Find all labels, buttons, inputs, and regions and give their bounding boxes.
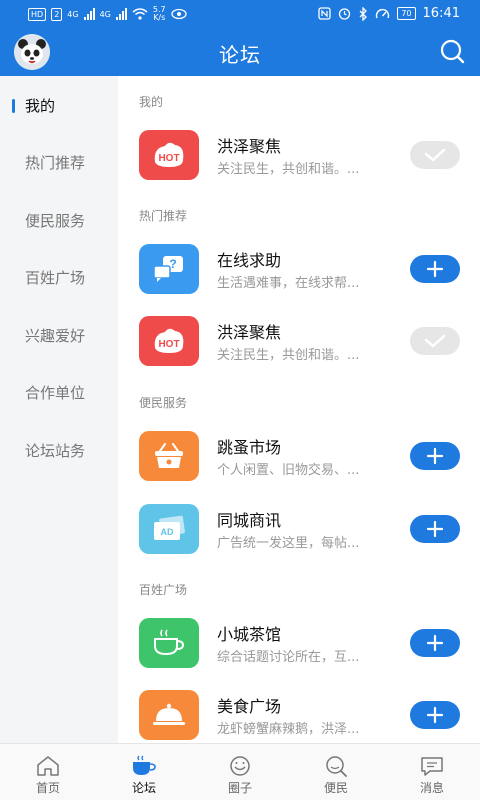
forum-desc: 龙虾螃蟹麻辣鹅，洪泽... bbox=[217, 722, 360, 737]
nav-home[interactable]: 首页 bbox=[0, 744, 96, 800]
network-label-1: 4G bbox=[67, 9, 79, 19]
plus-icon bbox=[426, 706, 444, 724]
follow-button[interactable] bbox=[410, 255, 460, 283]
follow-button[interactable] bbox=[410, 629, 460, 657]
plus-icon bbox=[426, 520, 444, 538]
basket-icon bbox=[139, 431, 199, 481]
plus-icon bbox=[426, 634, 444, 652]
joined-button[interactable] bbox=[410, 141, 460, 169]
eye-icon bbox=[170, 8, 187, 20]
nav-circle[interactable]: 圈子 bbox=[192, 744, 288, 800]
follow-button[interactable] bbox=[410, 515, 460, 543]
plus-icon bbox=[426, 447, 444, 465]
nav-home-label: 首页 bbox=[35, 781, 60, 795]
category-sidebar: 我的 热门推荐 便民服务 百姓广场 兴趣爱好 合作单位 论坛站务 bbox=[0, 76, 118, 743]
sidebar-item-partner[interactable]: 合作单位 bbox=[0, 373, 118, 413]
hd-badge: HD bbox=[28, 7, 47, 21]
section-title: 我的 bbox=[139, 95, 164, 109]
nav-message[interactable]: 消息 bbox=[384, 744, 480, 800]
app-header: 论坛 bbox=[0, 28, 480, 76]
nav-forum[interactable]: 论坛 bbox=[96, 744, 192, 800]
check-icon bbox=[424, 148, 446, 162]
message-icon bbox=[421, 757, 443, 776]
wifi-icon bbox=[132, 8, 148, 20]
sidebar-item-mine[interactable]: 我的 bbox=[0, 86, 118, 126]
clock: 16:41 bbox=[422, 6, 460, 21]
forum-name: 洪泽聚焦 bbox=[217, 323, 282, 342]
forum-desc: 生活遇难事，在线求帮... bbox=[217, 276, 360, 291]
follow-button[interactable] bbox=[410, 442, 460, 470]
sidebar-item-admin[interactable]: 论坛站务 bbox=[0, 431, 118, 471]
bluetooth-icon bbox=[359, 6, 368, 21]
help-chat-icon: ? bbox=[139, 244, 199, 294]
joined-button[interactable] bbox=[410, 327, 460, 355]
hot-icon: HOT bbox=[139, 316, 199, 366]
bottom-nav: 首页 论坛 圈子 便民 消息 bbox=[0, 743, 480, 800]
nav-circle-label: 圈子 bbox=[227, 781, 252, 795]
nav-message-label: 消息 bbox=[419, 781, 444, 795]
signal-icon bbox=[83, 8, 95, 20]
list-item[interactable]: HOT 洪泽聚焦 关注民生，共创和谐。... bbox=[118, 311, 480, 371]
section-title: 百姓广场 bbox=[139, 583, 188, 597]
nav-service-label: 便民 bbox=[323, 781, 348, 795]
forum-name: 美食广场 bbox=[217, 697, 282, 716]
section-title: 热门推荐 bbox=[139, 209, 188, 223]
sidebar-item-hot[interactable]: 热门推荐 bbox=[0, 143, 118, 183]
list-item[interactable]: AD 同城商讯 广告统一发这里，每帖... bbox=[118, 499, 480, 559]
sim-badge: 2 bbox=[51, 7, 63, 21]
check-icon bbox=[424, 334, 446, 348]
network-label-2: 4G bbox=[99, 9, 111, 19]
nfc-icon bbox=[318, 7, 331, 20]
alarm-icon bbox=[339, 8, 351, 20]
forum-desc: 关注民生，共创和谐。... bbox=[217, 162, 360, 177]
sidebar-item-hobby[interactable]: 兴趣爱好 bbox=[0, 316, 118, 356]
circle-smile-icon bbox=[230, 756, 250, 776]
list-item[interactable]: 美食广场 龙虾螃蟹麻辣鹅，洪泽... bbox=[118, 685, 480, 743]
follow-button[interactable] bbox=[410, 701, 460, 729]
signal-icon-2 bbox=[115, 8, 127, 20]
list-item[interactable]: 跳蚤市场 个人闲置、旧物交易、... bbox=[118, 426, 480, 486]
forum-desc: 广告统一发这里，每帖... bbox=[217, 536, 360, 551]
sidebar-item-plaza[interactable]: 百姓广场 bbox=[0, 258, 118, 298]
net-speed: 5.7 K/s bbox=[153, 6, 166, 22]
battery-icon: 70 bbox=[397, 7, 416, 20]
speedometer-icon bbox=[376, 8, 390, 19]
hot-icon: HOT bbox=[139, 130, 199, 180]
nav-service[interactable]: 便民 bbox=[288, 744, 384, 800]
forum-desc: 关注民生，共创和谐。... bbox=[217, 348, 360, 363]
forum-name: 跳蚤市场 bbox=[217, 438, 282, 457]
list-item[interactable]: 小城茶馆 综合话题讨论所在，互... bbox=[118, 613, 480, 673]
sidebar-item-service[interactable]: 便民服务 bbox=[0, 201, 118, 241]
forum-name: 同城商讯 bbox=[217, 511, 282, 530]
home-icon bbox=[37, 756, 59, 776]
forum-name: 在线求助 bbox=[217, 251, 282, 270]
forum-desc: 个人闲置、旧物交易、... bbox=[217, 463, 360, 478]
ad-icon: AD bbox=[139, 504, 199, 554]
tea-cup-icon bbox=[139, 618, 199, 668]
search-icon[interactable] bbox=[438, 38, 466, 66]
status-bar: HD 2 4G 4G 5.7 K/s 70 16:41 bbox=[0, 0, 480, 28]
nav-forum-label: 论坛 bbox=[131, 781, 156, 795]
search-people-icon bbox=[326, 756, 347, 777]
forum-desc: 综合话题讨论所在，互... bbox=[217, 650, 360, 665]
plus-icon bbox=[426, 260, 444, 278]
section-title: 便民服务 bbox=[139, 396, 188, 410]
hot-icon-text: HOT bbox=[158, 153, 179, 164]
forum-list: 我的 HOT 洪泽聚焦 关注民生，共创和谐。... 热门推荐 ? 在线求助 生活… bbox=[118, 76, 480, 743]
net-speed-unit: K/s bbox=[153, 13, 166, 22]
list-item[interactable]: ? 在线求助 生活遇难事，在线求帮... bbox=[118, 239, 480, 299]
page-title: 论坛 bbox=[219, 43, 261, 67]
list-item[interactable]: HOT 洪泽聚焦 关注民生，共创和谐。... bbox=[118, 125, 480, 185]
ad-icon-text: AD bbox=[161, 527, 174, 537]
forum-name: 洪泽聚焦 bbox=[217, 137, 282, 156]
forum-cup-icon bbox=[133, 755, 156, 775]
food-cloche-icon bbox=[139, 690, 199, 740]
forum-name: 小城茶馆 bbox=[217, 625, 282, 644]
hot-icon-text: HOT bbox=[158, 339, 179, 350]
